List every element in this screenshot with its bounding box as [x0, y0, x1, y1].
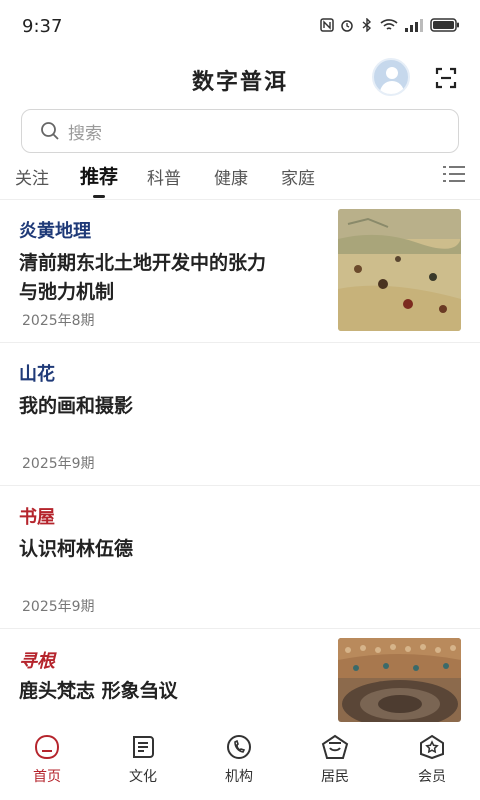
app-header: 数字普洱	[0, 56, 480, 100]
article-title: 清前期东北土地开发中的张力 与弛力机制	[19, 249, 266, 307]
nav-residents[interactable]: 居民	[305, 734, 365, 786]
article-title: 我的画和摄影	[19, 395, 134, 417]
article-column: 炎黄地理	[19, 221, 91, 242]
article-column: 山花	[19, 364, 55, 385]
article-thumbnail	[338, 638, 461, 722]
culture-icon	[133, 736, 154, 758]
residents-icon	[321, 734, 349, 759]
nav-culture[interactable]: 文化	[113, 734, 173, 786]
article-column: 书屋	[19, 507, 55, 528]
tab-health[interactable]: 健康	[214, 164, 248, 189]
alarm-icon	[341, 20, 353, 32]
article-title: 鹿头梵志 形象刍议	[19, 680, 178, 702]
wifi-icon	[380, 19, 398, 30]
status-icons	[320, 18, 460, 32]
nav-label: 文化	[129, 769, 157, 785]
bluetooth-icon	[362, 18, 372, 32]
tab-family[interactable]: 家庭	[281, 164, 315, 189]
article-thumbnail	[338, 209, 461, 331]
article-date: 2025年9期	[22, 456, 95, 472]
status-bar: 9:37	[0, 0, 480, 56]
article-title-line: 清前期东北土地开发中的张力	[19, 252, 267, 274]
article-title-line: 与弛力机制	[19, 281, 115, 303]
home-icon	[34, 734, 60, 760]
tab-follow[interactable]: 关注	[15, 164, 49, 189]
institution-icon	[227, 735, 251, 759]
article-date: 2025年9期	[22, 599, 95, 615]
tab-science[interactable]: 科普	[147, 164, 181, 189]
nfc-icon	[320, 18, 334, 32]
article-item[interactable]: 山花 我的画和摄影 2025年9期	[0, 343, 480, 485]
nav-home[interactable]: 首页	[17, 734, 77, 786]
scan-icon[interactable]	[434, 66, 458, 90]
nav-label: 首页	[33, 769, 61, 785]
article-column: 寻根	[19, 651, 55, 672]
search-input[interactable]: 搜索	[68, 119, 102, 144]
article-item[interactable]: 炎黄地理 清前期东北土地开发中的张力 与弛力机制 2025年8期	[0, 200, 480, 342]
nav-member[interactable]: 会员	[402, 734, 462, 786]
avatar[interactable]	[372, 58, 410, 96]
status-time: 9:37	[22, 16, 63, 37]
bottom-nav: 首页 文化 机构 居民 会员	[0, 722, 480, 800]
article-title: 认识柯林伍德	[19, 538, 134, 560]
nav-label: 居民	[321, 769, 349, 785]
tab-active-indicator	[93, 195, 105, 198]
nav-label: 会员	[418, 769, 446, 785]
tab-recommend[interactable]: 推荐	[80, 162, 118, 189]
search-bar[interactable]: 搜索	[21, 109, 459, 153]
article-date: 2025年8期	[22, 313, 95, 329]
menu-list-icon[interactable]	[443, 164, 465, 184]
category-tabs: 关注 推荐 科普 健康 家庭	[0, 160, 480, 200]
search-icon	[41, 122, 59, 140]
battery-icon	[430, 18, 459, 32]
article-item[interactable]: 书屋 认识柯林伍德 2025年9期	[0, 486, 480, 628]
nav-institution[interactable]: 机构	[209, 734, 269, 786]
member-icon	[420, 734, 444, 760]
signal-icon	[405, 19, 423, 32]
nav-label: 机构	[225, 769, 253, 785]
article-item[interactable]: 寻根 鹿头梵志 形象刍议	[0, 629, 480, 722]
